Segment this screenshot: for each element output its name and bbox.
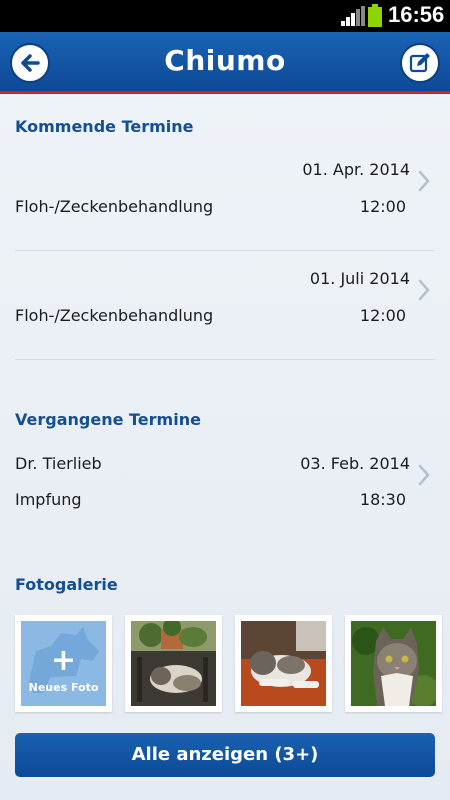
- show-all-button[interactable]: Alle anzeigen (3+): [15, 733, 435, 777]
- gallery-heading: Fotogalerie: [15, 575, 118, 594]
- divider: [15, 359, 435, 360]
- chevron-right-icon: [418, 464, 430, 486]
- upcoming-heading: Kommende Termine: [15, 117, 194, 136]
- signal-icon: [341, 6, 365, 26]
- status-time: 16:56: [388, 2, 445, 27]
- app-header: Chiumo: [0, 32, 450, 94]
- cat-photo-image: [241, 621, 326, 706]
- past-heading: Vergangene Termine: [15, 410, 201, 429]
- gallery-photo[interactable]: [345, 615, 442, 712]
- cat-photo-image: [351, 621, 439, 707]
- cat-photo-image: [131, 618, 216, 706]
- gallery-photo[interactable]: [125, 615, 222, 712]
- appointment-time: 12:00: [359, 197, 406, 216]
- battery-icon: [368, 4, 382, 27]
- edit-icon: [409, 53, 430, 73]
- appointment-time: 12:00: [359, 306, 406, 325]
- chevron-right-icon: [418, 279, 430, 301]
- divider: [15, 250, 435, 251]
- appointment-date: 01. Apr. 2014: [302, 160, 410, 179]
- doctor-name: Dr. Tierlieb: [15, 454, 102, 473]
- appointment-name: Floh-/Zeckenbehandlung: [15, 197, 214, 216]
- chevron-right-icon: [418, 170, 430, 192]
- appointment-name: Impfung: [15, 490, 82, 509]
- edit-button[interactable]: [400, 43, 440, 83]
- appointment-date: 03. Feb. 2014: [300, 454, 410, 473]
- status-bar: 16:56: [0, 0, 450, 32]
- page-title: Chiumo: [164, 44, 286, 77]
- appointment-date: 01. Juli 2014: [309, 269, 410, 288]
- gallery-photo[interactable]: [235, 615, 332, 712]
- new-photo-label: Neues Foto: [28, 681, 99, 694]
- appointment-time: 18:30: [359, 490, 406, 509]
- new-photo-button[interactable]: + Neues Foto: [15, 615, 112, 712]
- appointment-name: Floh-/Zeckenbehandlung: [15, 306, 214, 325]
- plus-icon: +: [50, 643, 77, 678]
